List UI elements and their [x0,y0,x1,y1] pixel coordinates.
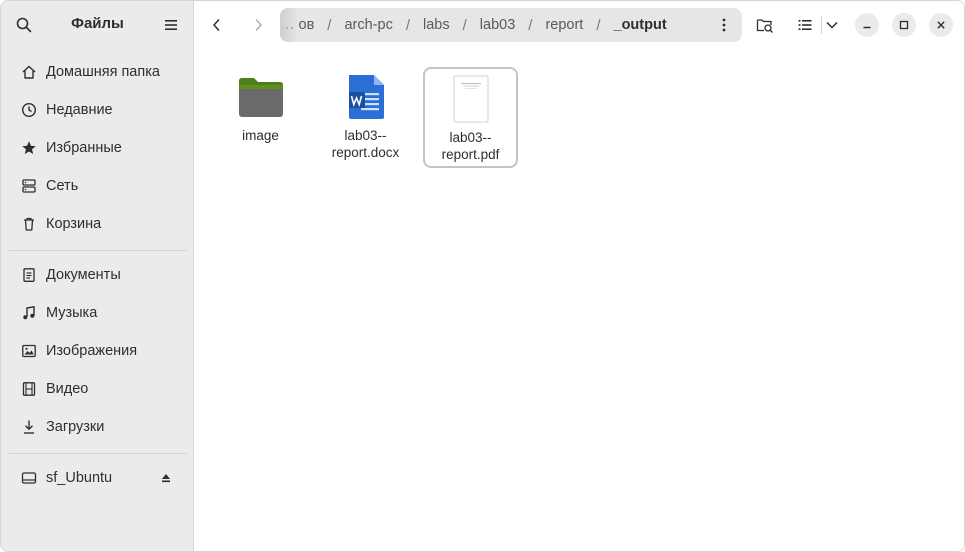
maximize-button[interactable] [892,13,916,37]
close-icon [937,21,945,29]
sidebar-item-label: sf_Ubuntu [46,470,113,486]
breadcrumb-separator: / [596,16,601,34]
clock-icon [21,102,37,118]
breadcrumb-current[interactable]: _output [605,17,676,33]
sidebar-item-label: Избранные [46,140,122,156]
sidebar-item-trash[interactable]: Корзина [9,207,187,241]
file-item-docx[interactable]: lab03--report.docx [318,67,413,167]
maximize-icon [899,20,909,30]
breadcrumb-separator: / [405,16,410,34]
sidebar-item-documents[interactable]: Документы [9,258,187,292]
pdf-thumbnail-icon [447,75,495,123]
sidebar-item-label: Домашняя папка [46,64,160,80]
file-item-pdf[interactable]: lab03--report.pdf [423,67,518,168]
sidebar-item-label: Недавние [46,102,113,118]
chevron-down-icon [826,21,838,29]
back-button[interactable] [203,11,231,39]
minimize-button[interactable] [855,13,879,37]
sidebar-item-label: Видео [46,381,89,397]
sidebar-divider [9,453,187,454]
file-name: lab03--report.pdf [441,130,500,162]
sidebar-item-sf-ubuntu[interactable]: sf_Ubuntu [9,461,187,495]
sidebar-divider [9,250,187,251]
minimize-icon [863,26,871,29]
breadcrumb-separator: / [327,16,332,34]
sidebar-item-downloads[interactable]: Загрузки [9,410,187,444]
document-icon [21,267,37,283]
word-document-icon [342,73,390,121]
download-icon [21,419,37,435]
file-name: image [242,128,279,143]
folder-icon [237,73,285,121]
sidebar-item-label: Загрузки [46,419,105,435]
view-options-button[interactable] [819,11,845,39]
sidebar: Файлы Домашняя папка Недавние Избранные … [1,1,194,551]
sidebar-item-label: Сеть [46,178,79,194]
network-icon [21,178,37,194]
breadcrumb-item[interactable]: labs [414,17,459,33]
list-view-icon [798,20,812,30]
sidebar-item-label: Корзина [46,216,102,232]
trash-icon [21,216,37,232]
breadcrumb-item[interactable]: arch-pc [335,17,401,33]
image-icon [21,343,37,359]
eject-icon[interactable] [159,471,173,485]
chevron-left-icon [212,18,220,32]
home-icon [21,64,37,80]
breadcrumb-item[interactable]: lab03 [471,17,524,33]
header-bar: … ов / arch-pc / labs / lab03 / report /… [194,1,964,48]
sidebar-item-pictures[interactable]: Изображения [9,334,187,368]
search-icon [16,17,32,33]
path-menu-button[interactable] [710,11,738,39]
forward-button[interactable] [244,11,272,39]
breadcrumb-separator: / [528,16,533,34]
sidebar-item-label: Изображения [46,343,138,359]
star-icon [21,140,37,156]
close-button[interactable] [929,13,953,37]
hamburger-icon [165,20,177,30]
sidebar-item-home[interactable]: Домашняя папка [9,55,187,89]
kebab-menu-icon [722,18,726,32]
file-name: lab03--report.docx [331,128,400,160]
sidebar-item-network[interactable]: Сеть [9,169,187,203]
path-bar-fade [280,8,298,42]
film-icon [21,381,37,397]
music-icon [21,305,37,321]
sidebar-item-label: Документы [46,267,121,283]
file-item-folder[interactable]: image [213,67,308,167]
drive-icon [21,470,37,486]
app-title: Файлы [71,15,124,32]
search-button[interactable] [11,12,37,38]
sidebar-item-recent[interactable]: Недавние [9,93,187,127]
view-list-button[interactable] [791,11,819,39]
path-bar: … ов / arch-pc / labs / lab03 / report /… [280,8,742,42]
file-manager-window: Файлы Домашняя папка Недавние Избранные … [0,0,965,552]
breadcrumb-separator: / [462,16,467,34]
folder-search-icon [756,19,773,33]
sidebar-item-starred[interactable]: Избранные [9,131,187,165]
sidebar-item-music[interactable]: Музыка [9,296,187,330]
chevron-right-icon [255,18,263,32]
sidebar-item-label: Музыка [46,305,98,321]
search-in-folder-button[interactable] [751,11,779,39]
sidebar-item-videos[interactable]: Видео [9,372,187,406]
sidebar-header: Файлы [1,1,194,48]
main-menu-button[interactable] [158,12,184,38]
breadcrumb-item[interactable]: report [536,17,592,33]
file-grid: image lab03--report.docx lab03--report.p… [194,48,964,551]
